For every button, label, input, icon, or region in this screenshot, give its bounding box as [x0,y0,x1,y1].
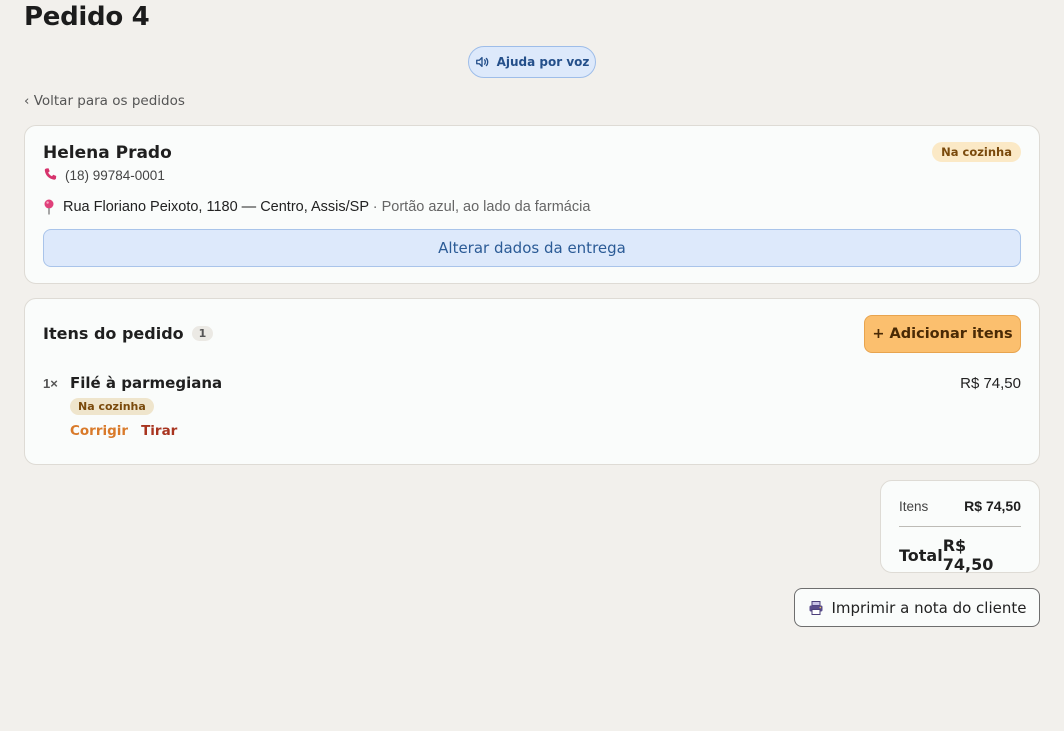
order-items-card: Itens do pedido 1 + Adicionar itens 1× F… [24,298,1040,465]
add-items-button[interactable]: + Adicionar itens [864,315,1021,353]
items-header: Itens do pedido 1 [43,324,214,343]
items-title: Itens do pedido [43,324,184,343]
remove-item-button[interactable]: Tirar [141,423,177,439]
address-text: Rua Floriano Peixoto, 1180 — Centro, Ass… [63,199,369,215]
print-label: Imprimir a nota do cliente [831,598,1027,617]
items-subtotal-value: R$ 74,50 [964,498,1021,514]
print-receipt-button[interactable]: Imprimir a nota do cliente [794,588,1040,627]
total-row: Total R$ 74,50 [899,536,1021,574]
items-count-badge: 1 [191,326,214,341]
customer-card: Helena Prado Na cozinha (18) 99784-0001 … [24,125,1040,284]
pin-icon [44,199,54,215]
order-status-badge: Na cozinha [932,142,1021,162]
customer-name: Helena Prado [43,143,172,163]
edit-delivery-button[interactable]: Alterar dados da entrega [43,229,1021,267]
totals-card: Itens R$ 74,50 Total R$ 74,50 [880,480,1040,574]
back-to-orders-link[interactable]: ‹ Voltar para os pedidos [24,93,185,109]
voice-help-label: Ajuda por voz [496,55,590,69]
phone-number: (18) 99784-0001 [65,167,165,183]
item-name: Filé à parmegiana [70,374,223,392]
total-value: R$ 74,50 [942,536,994,574]
page-title: Pedido 4 [24,2,150,32]
total-label: Total [899,545,943,565]
phone-icon [44,168,57,180]
item-price: R$ 74,50 [960,375,1021,392]
voice-help-button[interactable]: Ajuda por voz [468,46,596,78]
item-actions: Corrigir Tirar [70,423,177,439]
item-status-badge: Na cozinha [70,398,154,415]
customer-phone: (18) 99784-0001 [43,167,165,183]
items-subtotal-row: Itens R$ 74,50 [899,498,1021,514]
items-subtotal-label: Itens [899,498,929,514]
item-quantity: 1× [43,376,58,391]
printer-icon [809,600,822,615]
totals-divider [899,526,1021,527]
speaker-icon [475,56,488,68]
address-note: · Portão azul, ao lado da farmácia [368,199,591,215]
fix-item-button[interactable]: Corrigir [70,423,128,439]
customer-address: Rua Floriano Peixoto, 1180 — Centro, Ass… [43,199,590,215]
